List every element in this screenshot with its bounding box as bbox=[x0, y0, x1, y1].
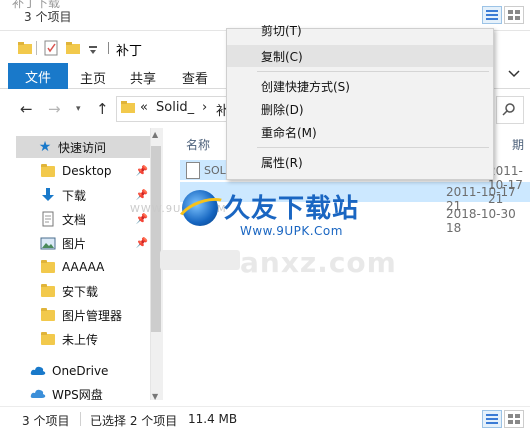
folder-icon bbox=[40, 163, 56, 179]
nav-pictures[interactable]: 图片 📌 bbox=[40, 232, 156, 254]
nav-label: WPS网盘 bbox=[52, 388, 103, 400]
cloud-icon bbox=[30, 386, 46, 400]
nav-folder-aaaaa[interactable]: AAAAA bbox=[40, 256, 156, 278]
folder-icon bbox=[40, 283, 56, 299]
window-title: 补丁 bbox=[116, 44, 143, 59]
back-arrow-icon[interactable]: ← bbox=[20, 100, 33, 118]
folder-icon bbox=[18, 42, 32, 57]
column-header-date[interactable]: 期 bbox=[512, 136, 524, 153]
pin-icon: 📌 bbox=[135, 213, 148, 225]
view-toggle-bottom bbox=[482, 410, 524, 428]
menu-item-cut[interactable]: 剪切(T) bbox=[227, 25, 493, 39]
folder-icon bbox=[40, 331, 56, 347]
expand-ribbon-icon[interactable] bbox=[508, 68, 520, 82]
nav-label: 下载 bbox=[62, 188, 87, 203]
nav-downloads[interactable]: 下载 📌 bbox=[40, 184, 156, 206]
watermark-faded: anxz.com bbox=[240, 246, 397, 279]
new-folder-quick-icon[interactable] bbox=[66, 42, 80, 57]
address-folder-icon bbox=[121, 101, 135, 116]
pin-icon: 📌 bbox=[135, 189, 148, 201]
address-segment[interactable]: Solid_ bbox=[156, 100, 194, 115]
tab-share[interactable]: 共享 bbox=[130, 68, 156, 87]
tab-file[interactable]: 文件 bbox=[8, 63, 68, 89]
menu-item-delete[interactable]: 删除(D) bbox=[227, 98, 493, 120]
nav-quick-access[interactable]: ★ 快速访问 bbox=[16, 136, 156, 158]
tab-view[interactable]: 查看 bbox=[182, 68, 208, 87]
menu-item-copy[interactable]: 复制(C) bbox=[227, 45, 493, 67]
document-icon bbox=[40, 211, 56, 227]
download-arrow-icon bbox=[40, 187, 56, 203]
menu-separator bbox=[257, 147, 489, 148]
nav-label: Desktop bbox=[62, 164, 112, 178]
view-toggle-top bbox=[482, 6, 524, 24]
title-separator bbox=[108, 42, 109, 54]
properties-quick-icon[interactable] bbox=[44, 40, 58, 59]
watermark-brand-url: Www.9UPK.Com bbox=[240, 224, 343, 238]
menu-item-create-shortcut[interactable]: 创建快捷方式(S) bbox=[227, 75, 493, 97]
status-separator bbox=[80, 412, 81, 426]
forward-arrow-icon[interactable]: → bbox=[48, 100, 61, 118]
large-icons-view-icon[interactable] bbox=[504, 6, 524, 24]
details-view-icon[interactable] bbox=[482, 6, 502, 24]
navigation-pane: ★ 快速访问 Desktop 📌 下载 📌 文档 📌 图片 📌 AAAAA 安下… bbox=[8, 128, 156, 400]
menu-item-properties[interactable]: 属性(R) bbox=[227, 151, 493, 173]
customize-toolbar-icon[interactable] bbox=[88, 44, 98, 58]
nav-label: 图片管理器 bbox=[62, 308, 123, 323]
nav-label: AAAAA bbox=[62, 260, 105, 274]
address-overflow[interactable]: « bbox=[140, 100, 148, 115]
nav-label: 文档 bbox=[62, 212, 87, 227]
star-icon: ★ bbox=[38, 139, 52, 155]
pin-icon: 📌 bbox=[135, 165, 148, 177]
file-date: 2018-10-30 18 bbox=[446, 207, 516, 235]
menu-separator bbox=[257, 71, 489, 72]
nav-label: 未上传 bbox=[62, 332, 99, 347]
address-separator: › bbox=[202, 100, 208, 115]
recent-locations-chevron-icon[interactable]: ▾ bbox=[76, 104, 81, 114]
nav-onedrive[interactable]: OneDrive bbox=[30, 360, 156, 382]
up-arrow-icon[interactable]: ↑ bbox=[96, 100, 109, 118]
background-item-count: 3 个项目 bbox=[24, 10, 72, 24]
details-view-icon[interactable] bbox=[482, 410, 502, 428]
status-selected-size: 11.4 MB bbox=[188, 412, 238, 426]
nav-label: 图片 bbox=[62, 236, 87, 251]
file-name-partial[interactable]: SOL bbox=[204, 164, 226, 177]
nav-label: OneDrive bbox=[52, 364, 109, 378]
cloud-icon bbox=[30, 363, 46, 379]
context-menu: 剪切(T) 复制(C) 创建快捷方式(S) 删除(D) 重命名(M) 属性(R) bbox=[226, 25, 494, 180]
pin-icon: 📌 bbox=[135, 237, 148, 249]
picture-icon bbox=[40, 235, 56, 251]
column-header-name[interactable]: 名称 bbox=[186, 136, 210, 153]
nav-scrollbar-thumb[interactable] bbox=[151, 146, 161, 332]
menu-item-rename[interactable]: 重命名(M) bbox=[227, 121, 493, 143]
watermark-brand: 久友下载站 bbox=[224, 194, 360, 224]
large-icons-view-icon[interactable] bbox=[504, 410, 524, 428]
nav-folder-anxiazai[interactable]: 安下载 bbox=[40, 280, 156, 302]
tab-home[interactable]: 主页 bbox=[80, 68, 106, 87]
watermark-shape bbox=[160, 250, 240, 270]
scroll-down-icon[interactable]: ▼ bbox=[152, 392, 158, 401]
status-item-count: 3 个项目 bbox=[22, 414, 70, 428]
nav-desktop[interactable]: Desktop 📌 bbox=[40, 160, 156, 182]
nav-label: 安下载 bbox=[62, 284, 99, 299]
toolbar-divider bbox=[36, 41, 37, 55]
folder-icon bbox=[40, 259, 56, 275]
search-icon bbox=[502, 102, 516, 119]
scroll-up-icon[interactable]: ▲ bbox=[152, 130, 158, 139]
nav-folder-picture-manager[interactable]: 图片管理器 bbox=[40, 304, 156, 326]
file-icon bbox=[186, 162, 200, 179]
nav-wps-drive[interactable]: WPS网盘 bbox=[30, 386, 156, 400]
folder-icon bbox=[40, 307, 56, 323]
status-selected-count: 已选择 2 个项目 bbox=[90, 414, 178, 428]
nav-folder-not-uploaded[interactable]: 未上传 bbox=[40, 328, 156, 350]
nav-label: 快速访问 bbox=[58, 140, 107, 155]
